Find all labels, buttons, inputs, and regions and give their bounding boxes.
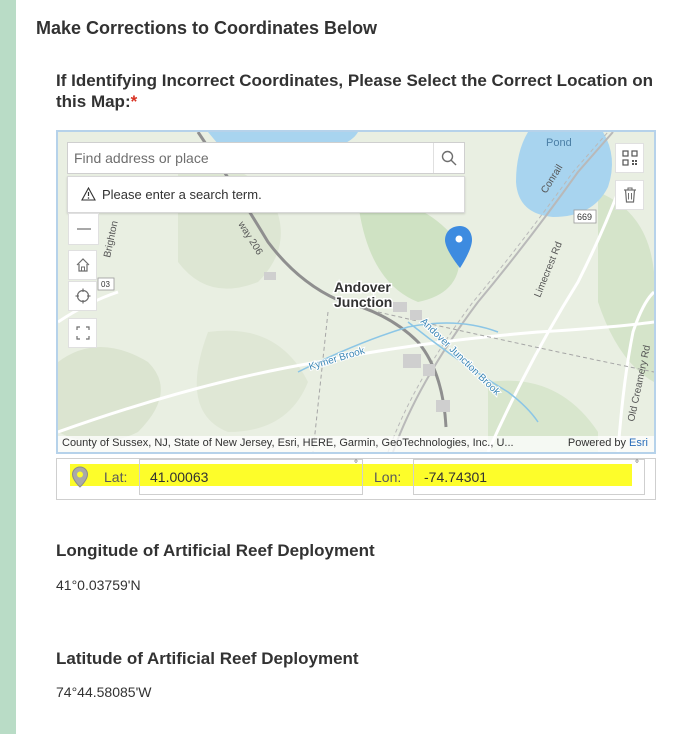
map-search-box xyxy=(67,142,465,174)
search-warning-message: Please enter a search term. xyxy=(67,176,465,213)
longitude-field-title: Longitude of Artificial Reef Deployment xyxy=(56,541,375,560)
map-search-button[interactable] xyxy=(433,143,464,173)
qr-code-button[interactable] xyxy=(615,143,644,173)
lon-degree-symbol: ° xyxy=(635,459,639,470)
map-label-shield-03: 03 xyxy=(101,280,110,289)
attribution-text: County of Sussex, NJ, State of New Jerse… xyxy=(62,437,514,449)
powered-by: Powered by Esri xyxy=(568,437,648,449)
lon-label: Lon: xyxy=(374,469,402,485)
map-label-junction: Junction xyxy=(334,294,392,310)
latitude-field-value: 74°44.58085'W xyxy=(56,684,152,700)
section-title: Make Corrections to Coordinates Below xyxy=(36,18,378,38)
search-warning-text: Please enter a search term. xyxy=(102,187,262,202)
question-text: If Identifying Incorrect Coordinates, Pl… xyxy=(56,71,654,111)
map-label-route-669: 669 xyxy=(577,212,592,222)
powered-by-text: Powered by xyxy=(567,437,626,449)
map-label-pond: Pond xyxy=(546,137,572,149)
lat-label: Lat: xyxy=(104,469,128,485)
latitude-field-title: Latitude of Artificial Reef Deployment xyxy=(56,649,359,668)
map-label-andover: Andover xyxy=(334,279,391,295)
location-pin-icon[interactable] xyxy=(70,466,90,488)
warning-icon xyxy=(81,187,96,201)
left-accent-bar xyxy=(0,0,16,734)
crosshair-icon xyxy=(75,288,90,304)
home-button[interactable] xyxy=(68,250,97,280)
longitude-value[interactable]: -74.74301 xyxy=(424,469,487,485)
trash-icon xyxy=(623,187,636,203)
lat-degree-symbol: ° xyxy=(354,459,358,470)
esri-link[interactable]: Esri xyxy=(629,437,648,449)
search-icon xyxy=(441,150,457,166)
latitude-value[interactable]: 41.00063 xyxy=(150,469,208,485)
zoom-out-button[interactable] xyxy=(68,213,99,245)
required-marker: * xyxy=(130,92,138,111)
qr-code-icon xyxy=(621,150,638,166)
delete-button[interactable] xyxy=(615,180,644,210)
map-search-input[interactable] xyxy=(68,143,435,173)
question-label: If Identifying Incorrect Coordinates, Pl… xyxy=(56,70,666,112)
home-icon xyxy=(76,258,89,272)
fullscreen-button[interactable] xyxy=(68,318,97,348)
locate-button[interactable] xyxy=(68,281,97,311)
longitude-field-value: 41°0.03759'N xyxy=(56,577,141,593)
minus-icon xyxy=(76,228,91,230)
fullscreen-icon xyxy=(75,326,90,340)
map-attribution: County of Sussex, NJ, State of New Jerse… xyxy=(58,436,654,452)
